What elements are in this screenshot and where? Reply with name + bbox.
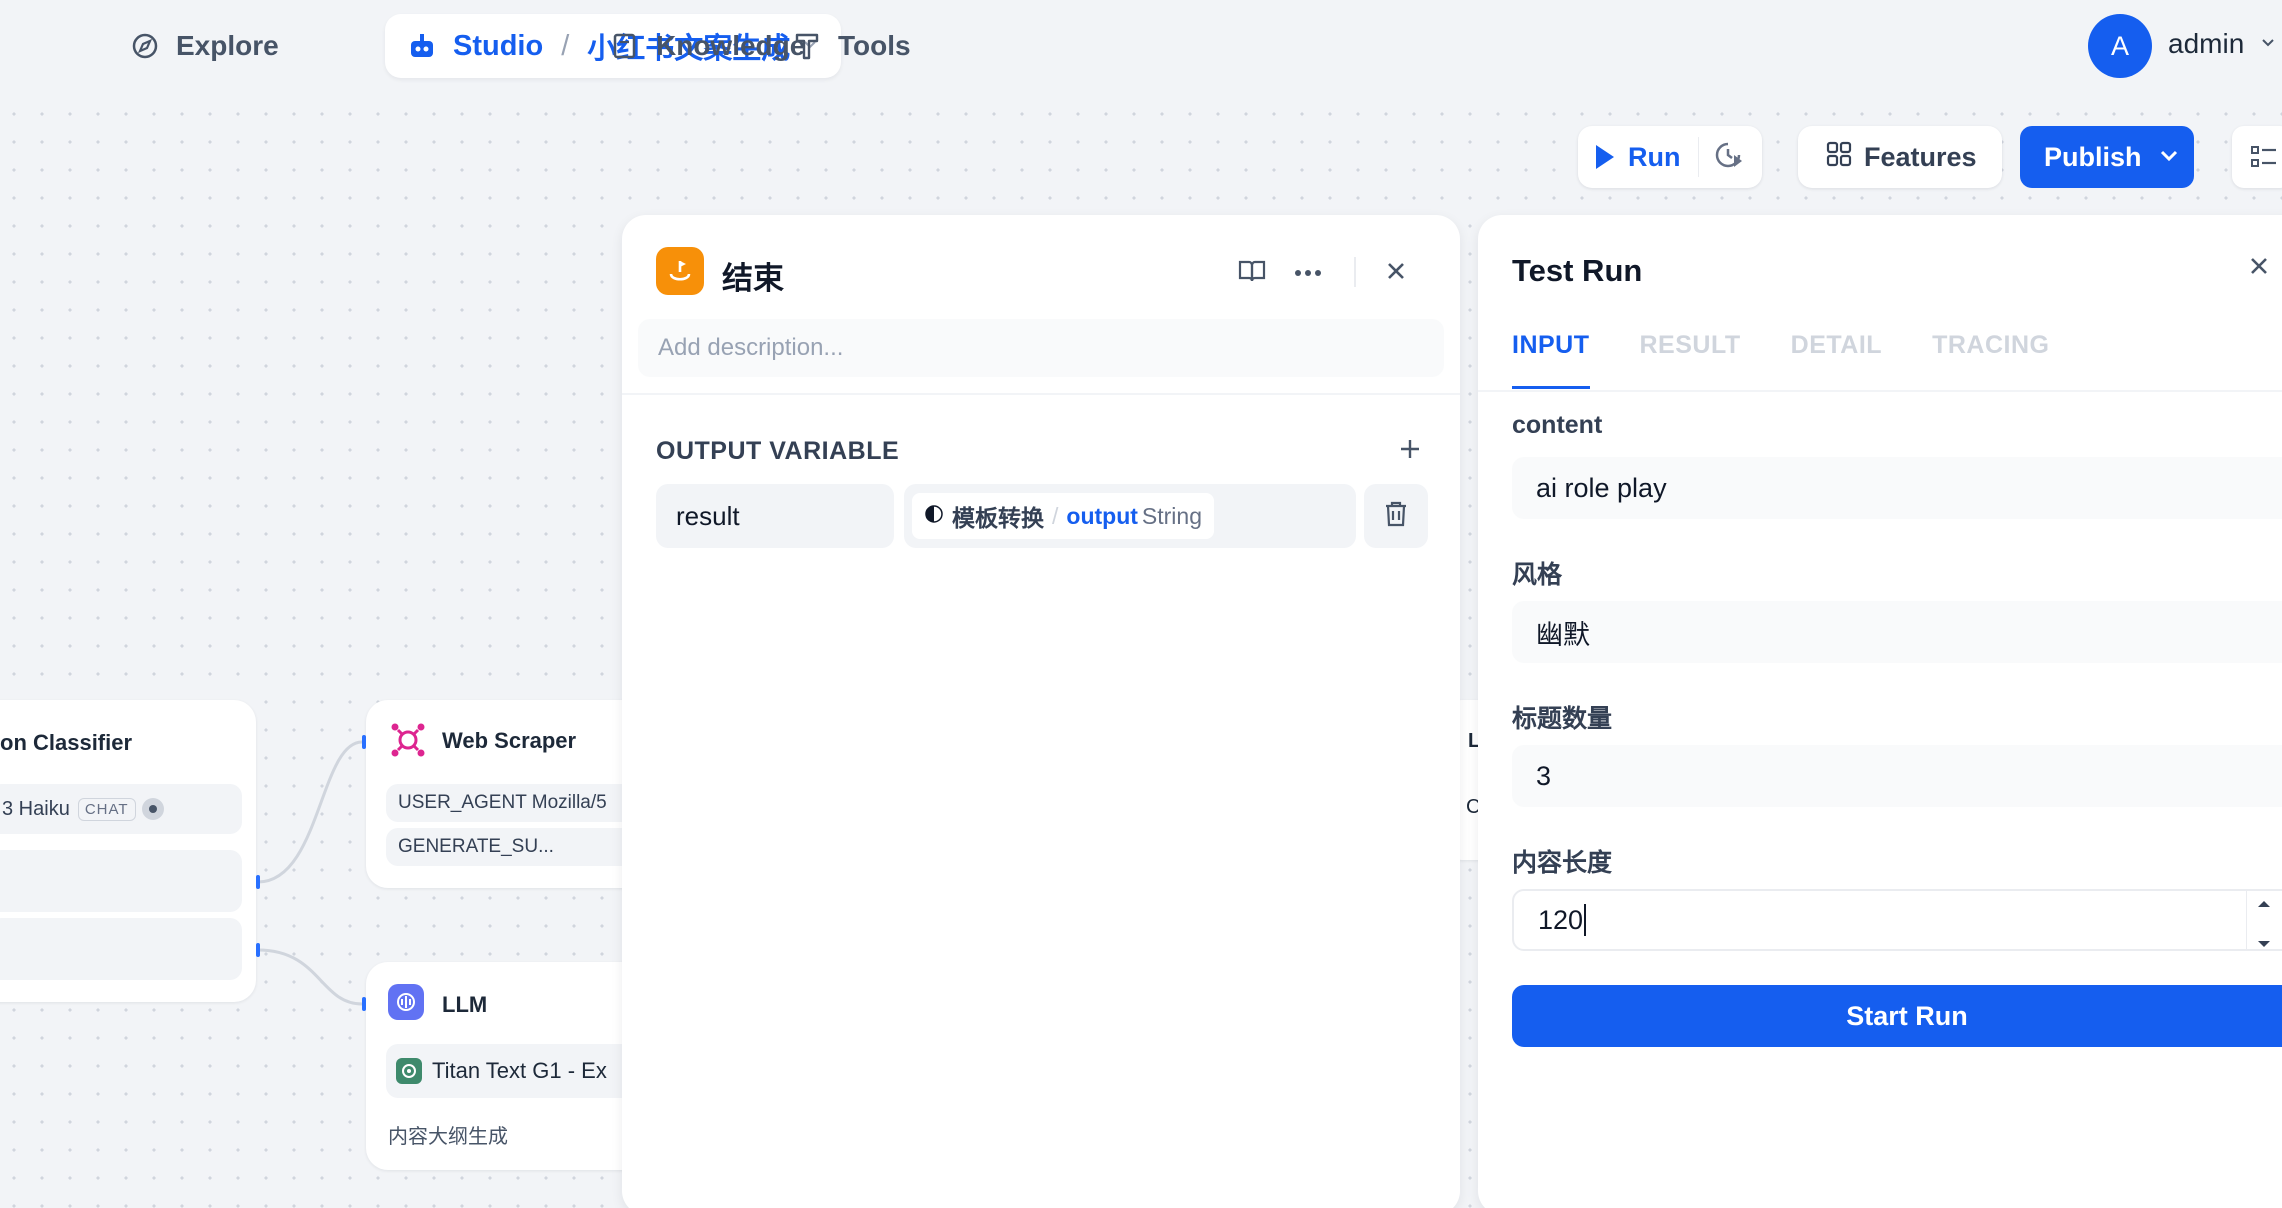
style-input[interactable]: 幽默	[1512, 601, 2282, 663]
input-handle[interactable]	[362, 735, 366, 749]
close-test-run-button[interactable]	[2248, 255, 2270, 282]
source-node-name: 模板转换	[952, 505, 1044, 531]
content-length-value: 120	[1538, 904, 1584, 935]
separator: /	[1052, 502, 1059, 529]
field-label-content-length: 内容长度	[1512, 849, 1613, 877]
description-input[interactable]: Add description...	[638, 319, 1444, 377]
caret-down-icon[interactable]	[2257, 925, 2271, 956]
content-input[interactable]: ai role play	[1512, 457, 2282, 519]
class-row	[0, 918, 242, 980]
more-button[interactable]	[1292, 257, 1324, 289]
vision-icon	[141, 798, 164, 820]
add-variable-button[interactable]	[1392, 433, 1428, 469]
close-icon	[2248, 258, 2270, 281]
divider	[1354, 257, 1356, 287]
node-title: LLM	[442, 992, 488, 1017]
web-scraper-icon	[390, 722, 426, 758]
input-handle[interactable]	[362, 997, 366, 1011]
variable-name-input[interactable]: result	[656, 484, 894, 548]
divider	[622, 393, 1460, 395]
llm-node[interactable]: LLM Titan Text G1 - Ex 内容大纲生成	[366, 962, 666, 1170]
close-icon	[1385, 260, 1407, 287]
open-book-icon	[1237, 258, 1267, 289]
test-run-tabs: INPUT RESULT DETAIL TRACING	[1512, 331, 2099, 389]
more-horizontal-icon	[1294, 264, 1322, 282]
tab-detail[interactable]: DETAIL	[1791, 331, 1882, 389]
text-caret	[1584, 904, 1587, 936]
tab-input[interactable]: INPUT	[1512, 331, 1590, 389]
output-handle[interactable]	[256, 943, 260, 957]
tab-tracing[interactable]: TRACING	[1932, 331, 2049, 389]
source-variable-name: output	[1066, 502, 1138, 529]
title-count-input[interactable]: 3	[1512, 745, 2282, 807]
output-handle[interactable]	[256, 875, 260, 889]
variable-reference-tag: 模板转换 / output String	[912, 493, 1214, 539]
end-node-icon	[656, 247, 704, 295]
model-name: 3 Haiku	[2, 797, 70, 820]
divider	[1478, 390, 2282, 392]
variable-reference-picker[interactable]: 模板转换 / output String	[904, 484, 1356, 548]
tab-result[interactable]: RESULT	[1640, 331, 1741, 389]
node-title: on Classifier	[0, 730, 133, 755]
question-classifier-node[interactable]: on Classifier 3 Haiku CHAT	[0, 700, 256, 1002]
caret-up-icon[interactable]	[2257, 884, 2271, 915]
field-label-style: 风格	[1512, 561, 1563, 589]
class-row	[0, 850, 242, 912]
plus-icon	[1398, 437, 1422, 466]
model-row: 3 Haiku CHAT	[0, 784, 242, 834]
source-variable-type: String	[1141, 502, 1202, 529]
trash-icon	[1383, 500, 1409, 533]
output-variable-heading: OUTPUT VARIABLE	[656, 437, 900, 465]
test-run-panel: Test Run INPUT RESULT DETAIL TRACING con…	[1478, 215, 2282, 1208]
node-title: Web Scraper	[442, 728, 577, 753]
help-book-button[interactable]	[1236, 257, 1268, 289]
template-transform-icon	[924, 503, 944, 530]
panel-title: Test Run	[1512, 253, 1643, 288]
field-label-title-count: 标题数量	[1512, 705, 1613, 733]
start-run-button[interactable]: Start Run	[1512, 985, 2282, 1047]
model-badge: CHAT	[77, 797, 136, 821]
end-node-panel: 结束 Add description... OUTPUT VARIABLE re…	[622, 215, 1460, 1208]
llm-icon	[388, 984, 424, 1020]
model-name: Titan Text G1 - Ex	[432, 1058, 607, 1083]
number-stepper[interactable]	[2246, 891, 2280, 949]
web-scraper-node[interactable]: Web Scraper USER_AGENT Mozilla/5 GENERAT…	[366, 700, 666, 888]
openai-icon	[396, 1058, 422, 1084]
content-length-input[interactable]: 120	[1512, 889, 2282, 951]
field-label-content: content	[1512, 411, 1603, 439]
close-panel-button[interactable]	[1380, 257, 1412, 289]
node-description: 内容大纲生成	[388, 1126, 508, 1148]
panel-title[interactable]: 结束	[722, 253, 784, 298]
delete-variable-button[interactable]	[1364, 484, 1428, 548]
